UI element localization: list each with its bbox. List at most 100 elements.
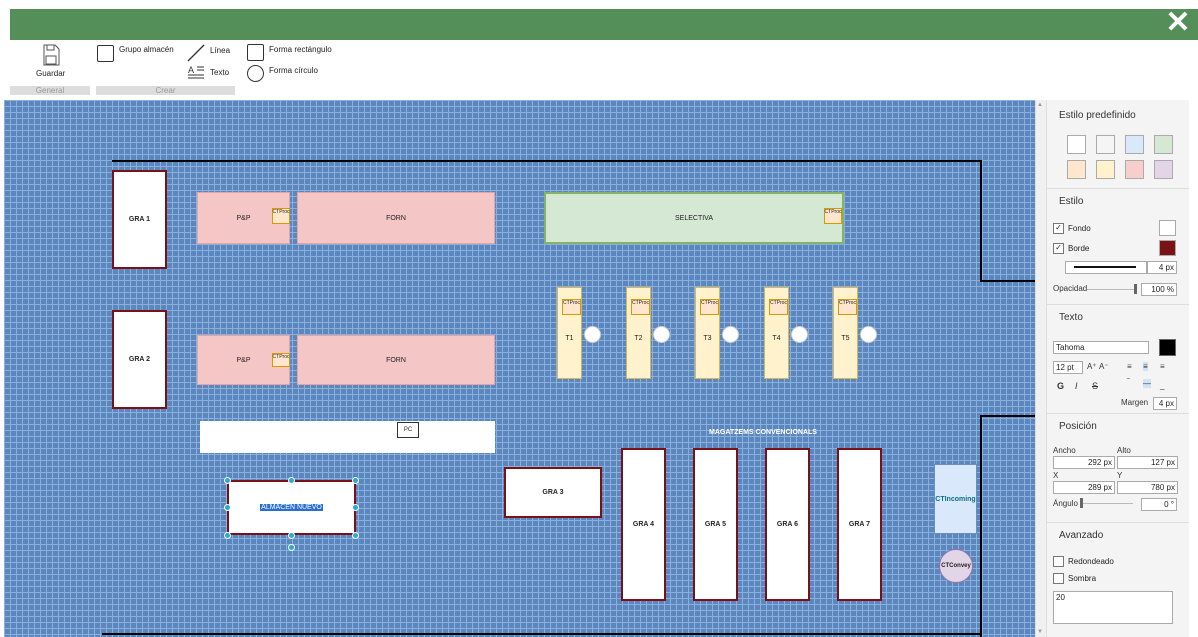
preset-swatch-8[interactable] — [1154, 160, 1173, 179]
font-family-select[interactable]: Tahoma — [1053, 341, 1149, 354]
gra-4[interactable]: GRA 4 — [621, 448, 666, 601]
opacidad-label: Opacidad — [1053, 284, 1088, 293]
resize-handle-w[interactable] — [224, 504, 231, 511]
alto-input[interactable]: 127 px — [1117, 456, 1178, 469]
forma-rectangulo-button[interactable]: Forma rectángulo — [247, 44, 332, 61]
gra-6[interactable]: GRA 6 — [765, 448, 810, 601]
preset-swatch-2[interactable] — [1096, 135, 1115, 154]
circle-icon — [247, 65, 264, 82]
gra-1[interactable]: GRA 1 — [112, 170, 167, 269]
preset-swatch-6[interactable] — [1096, 160, 1115, 179]
rotate-handle[interactable] — [288, 544, 295, 551]
valign-top-icon[interactable]: ‾ — [1127, 378, 1130, 387]
opacity-slider[interactable] — [1087, 289, 1135, 290]
italic-button[interactable]: I — [1075, 381, 1078, 391]
x-label: X — [1053, 471, 1059, 480]
fondo-color-picker[interactable] — [1159, 220, 1176, 236]
t3-ball[interactable] — [722, 326, 739, 343]
scroll-up-icon[interactable]: ▲ — [1037, 102, 1043, 108]
forn-1[interactable]: FORN — [297, 192, 495, 244]
ctproc-t5[interactable]: CTProc — [838, 299, 857, 315]
opacity-input[interactable]: 100 % — [1141, 283, 1177, 296]
ct-incoming-label: CTIncoming — [935, 495, 976, 503]
valign-bottom-icon[interactable]: _ — [1160, 381, 1164, 390]
ctproc-t4[interactable]: CTProc — [769, 299, 788, 315]
angulo-input[interactable]: 0 ° — [1141, 498, 1177, 511]
ctproc-t1[interactable]: CTProc — [562, 299, 581, 315]
align-left-icon[interactable]: ≡ — [1127, 362, 1132, 371]
align-right-icon[interactable]: ≡ — [1160, 362, 1165, 371]
advanced-textarea[interactable]: 20 — [1053, 591, 1173, 624]
redondeado-checkbox[interactable]: Redondeado — [1053, 556, 1114, 567]
valign-middle-icon[interactable]: — — [1143, 379, 1151, 388]
font-size-input[interactable]: 12 pt — [1053, 361, 1083, 374]
strike-button[interactable]: S — [1092, 381, 1098, 391]
design-canvas[interactable]: GRA 1 GRA 2 P&P CTProc FORN SELECTIVA CT… — [4, 100, 1035, 637]
pc-area[interactable] — [200, 421, 495, 453]
forn-2[interactable]: FORN — [297, 335, 495, 385]
fondo-checkbox[interactable]: ✓ Fondo — [1053, 223, 1091, 234]
t4-ball[interactable] — [791, 326, 808, 343]
borde-checkbox[interactable]: ✓ Borde — [1053, 243, 1089, 254]
texto-button[interactable]: A Texto — [187, 65, 229, 80]
font-shrink-icon[interactable]: A⁻ — [1099, 362, 1109, 371]
opacity-slider-thumb[interactable] — [1134, 284, 1137, 294]
preset-swatch-3[interactable] — [1125, 135, 1144, 154]
ancho-label: Ancho — [1053, 446, 1076, 455]
resize-handle-se[interactable] — [352, 532, 359, 539]
preset-swatch-5[interactable] — [1067, 160, 1086, 179]
almacen-nuevo[interactable]: ALMACÉN NUEVO — [227, 480, 356, 535]
gra-2[interactable]: GRA 2 — [112, 310, 167, 409]
preset-swatch-1[interactable] — [1067, 135, 1086, 154]
t1-ball[interactable] — [584, 326, 601, 343]
resize-handle-nw[interactable] — [224, 477, 231, 484]
resize-handle-e[interactable] — [352, 504, 359, 511]
ctproc-pp1[interactable]: CTProc — [272, 208, 290, 224]
align-center-icon[interactable]: ≡ — [1143, 362, 1148, 371]
ctproc-selectiva[interactable]: CTProc — [824, 208, 842, 224]
bold-button[interactable]: G — [1057, 381, 1064, 391]
ctproc-t2[interactable]: CTProc — [631, 299, 650, 315]
gra-5[interactable]: GRA 5 — [693, 448, 738, 601]
ct-convey[interactable]: CTConvey — [939, 549, 973, 583]
pc-box[interactable]: PC — [397, 422, 419, 438]
angle-slider[interactable] — [1083, 503, 1133, 504]
vertical-scrollbar[interactable]: ▲ ▼ — [1035, 100, 1046, 637]
angulo-label: Ángulo — [1053, 499, 1078, 508]
checkbox-box — [1053, 556, 1064, 567]
selectiva[interactable]: SELECTIVA — [544, 192, 844, 244]
gra-3[interactable]: GRA 3 — [504, 467, 602, 518]
resize-handle-s[interactable] — [288, 532, 295, 539]
forma-circulo-button[interactable]: Forma círculo — [247, 65, 318, 82]
line-style-select[interactable] — [1065, 261, 1147, 274]
ctproc-pp2[interactable]: CTProc — [272, 353, 290, 367]
t2-ball[interactable] — [653, 326, 670, 343]
font-grow-icon[interactable]: A⁺ — [1087, 362, 1097, 371]
preset-swatch-7[interactable] — [1125, 160, 1144, 179]
sombra-checkbox[interactable]: Sombra — [1053, 573, 1096, 584]
x-input[interactable]: 289 px — [1053, 481, 1115, 494]
gra-3-label: GRA 3 — [542, 489, 564, 496]
gra-7[interactable]: GRA 7 — [837, 448, 882, 601]
resize-handle-ne[interactable] — [352, 477, 359, 484]
ancho-input[interactable]: 292 px — [1053, 456, 1115, 469]
margen-input[interactable]: 4 px — [1153, 397, 1177, 410]
preset-swatch-4[interactable] — [1154, 135, 1173, 154]
y-input[interactable]: 780 px — [1117, 481, 1178, 494]
borde-label: Borde — [1068, 244, 1090, 253]
ct-incoming[interactable]: CTIncoming — [934, 464, 977, 534]
grupo-almacen-button[interactable]: Grupo almacén — [97, 45, 174, 62]
borde-color-picker[interactable] — [1159, 240, 1176, 256]
close-icon[interactable]: ✕ — [1164, 8, 1192, 38]
gra-6-label: GRA 6 — [776, 521, 799, 528]
line-width-input[interactable]: 4 px — [1147, 261, 1177, 274]
linea-button[interactable]: Línea — [187, 44, 230, 62]
text-color-picker[interactable] — [1159, 339, 1176, 356]
selectiva-label: SELECTIVA — [675, 214, 713, 222]
scroll-down-icon[interactable]: ▼ — [1037, 629, 1043, 635]
ctproc-t3[interactable]: CTProc — [700, 299, 719, 315]
save-button[interactable]: Guardar — [36, 44, 65, 78]
t5-ball[interactable] — [860, 326, 877, 343]
resize-handle-n[interactable] — [288, 477, 295, 484]
resize-handle-sw[interactable] — [224, 532, 231, 539]
